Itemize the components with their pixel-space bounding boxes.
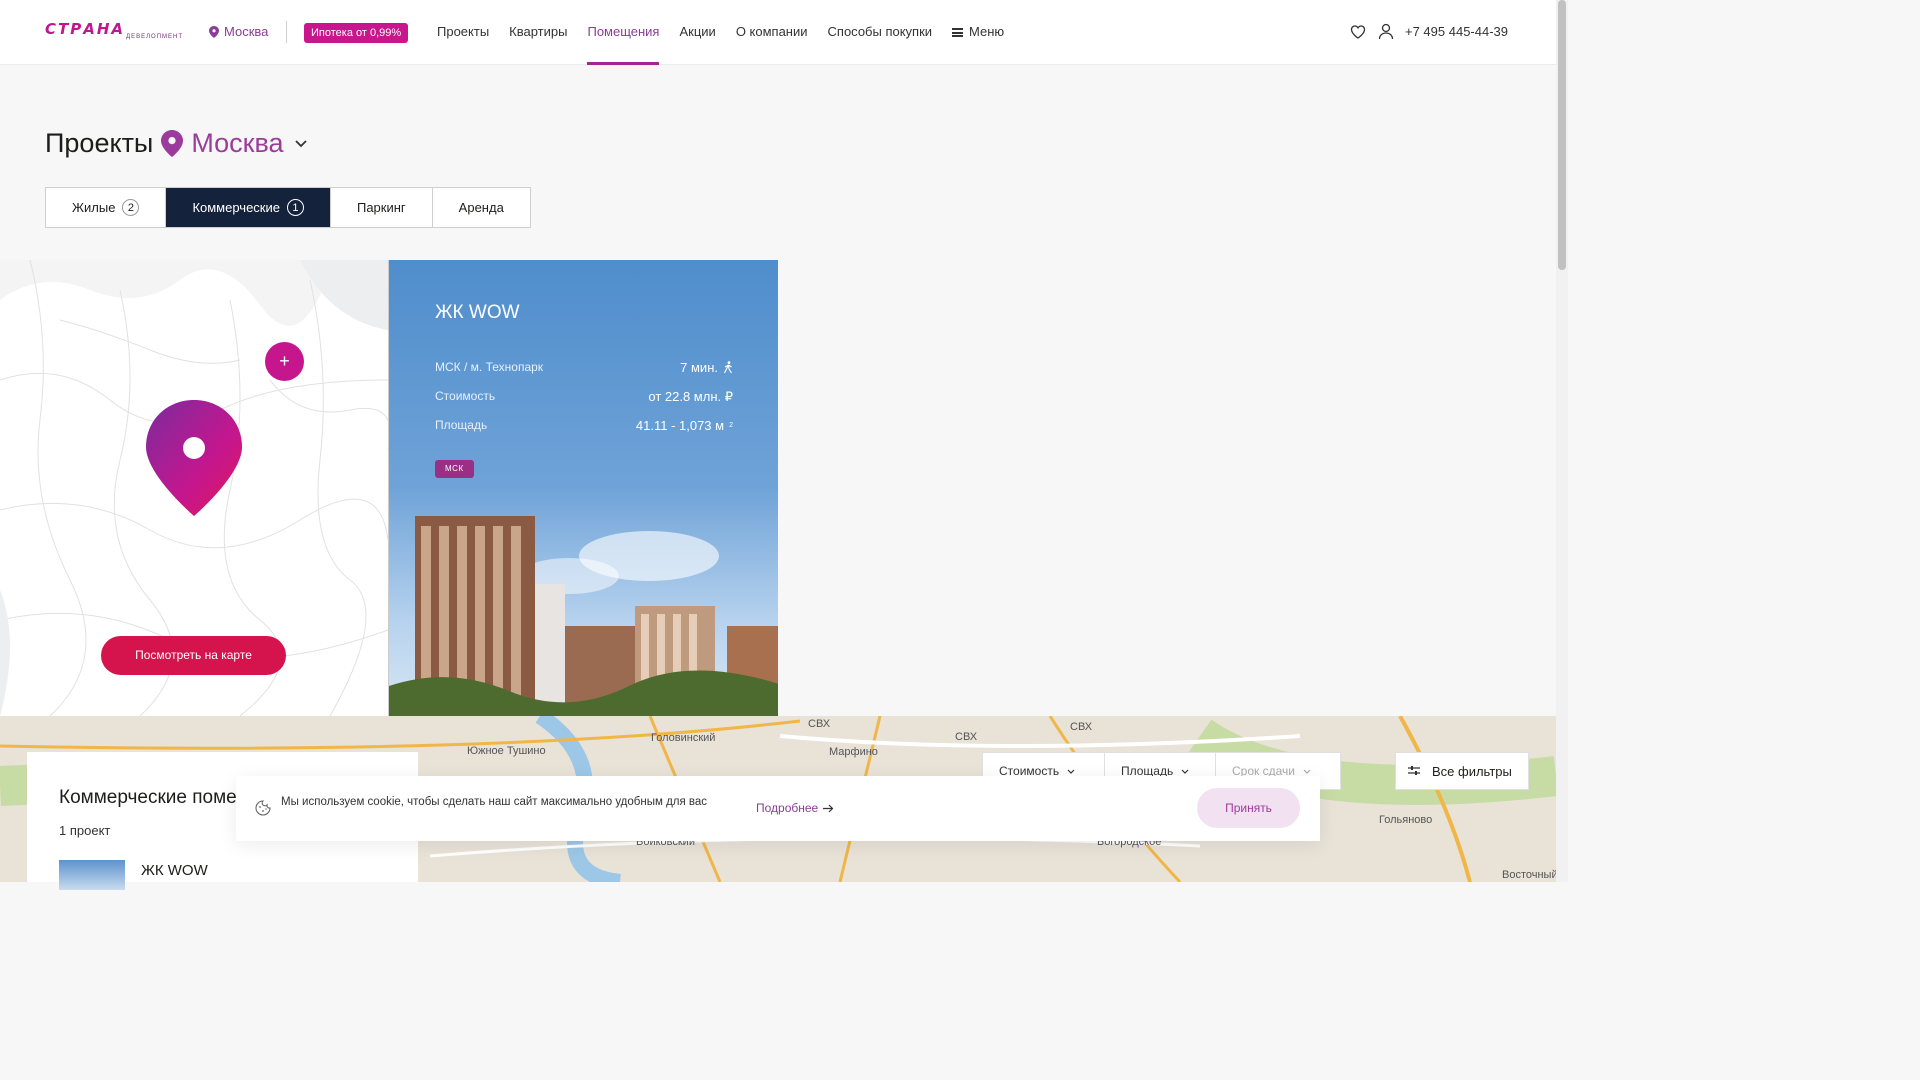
title-city-selector[interactable]: Москва [191,128,283,159]
price-value: от 22.8 млн. ₽ [648,389,733,404]
region-tag: МСК [435,460,474,478]
logo-text: СТРАНА [45,20,126,38]
header-divider [286,21,287,43]
user-icon[interactable] [1378,23,1394,40]
project-area-row: Площадь 41.11 - 1,073 м 2 [435,418,733,433]
tab-commercial[interactable]: Коммерческие 1 [166,188,331,227]
nav-item-promotions[interactable]: Акции [679,0,715,65]
metro-label: МСК / м. Технопарк [435,360,544,374]
tab-parking[interactable]: Паркинг [331,188,433,227]
project-card[interactable]: ЖК WOW МСК / м. Технопарк 7 мин. Стоимос… [388,260,778,716]
nav-item-premises[interactable]: Помещения [587,0,660,65]
nav-item-apartments[interactable]: Квартиры [509,0,567,65]
map-label: СВХ [808,718,831,730]
nav-item-payment-methods[interactable]: Способы покупки [828,0,933,65]
tab-label: Аренда [458,200,504,215]
nav-item-projects[interactable]: Проекты [437,0,489,65]
location-pin-icon [209,25,219,38]
cookie-banner: Мы используем cookie, чтобы сделать наш … [236,776,1320,841]
all-filters-label: Все фильтры [1432,763,1512,779]
mortgage-promo-button[interactable]: Ипотека от 0,99% [304,23,409,43]
tab-label: Коммерческие [192,200,280,215]
arrow-right-icon [823,804,834,812]
page-title-text: Проекты [45,128,154,158]
city-selector[interactable]: Москва [209,24,268,39]
phone-number-link[interactable]: +7 495 445-44-39 [1405,24,1508,39]
filter-sliders-icon [1408,766,1420,775]
project-thumbnail[interactable] [59,860,125,890]
chevron-down-icon [1067,769,1075,774]
map-label: Южное Тушино [467,745,546,757]
heart-icon[interactable] [1350,24,1366,40]
location-pin-icon [161,130,184,157]
list-title: Коммерческие помещения [59,787,242,808]
list-item-project-name[interactable]: ЖК WOW [141,862,208,879]
project-metro-row: МСК / м. Технопарк 7 мин. [435,360,733,375]
tab-label: Паркинг [356,200,406,215]
menu-label: Меню [969,24,1005,39]
map-label: СВХ [955,731,978,743]
logo-subtitle: ДЕВЕЛОПМЕНТ [126,34,183,40]
tab-label: Жилые [72,200,116,215]
count-badge: 2 [122,199,140,216]
zoom-in-button[interactable]: + [265,342,304,381]
list-count: 1 проект [59,823,111,838]
project-title: ЖК WOW [435,302,520,323]
nav-item-about[interactable]: О компании [736,0,808,65]
tab-residential[interactable]: Жилые 2 [46,188,167,227]
scrollbar[interactable] [1556,0,1568,882]
project-price-row: Стоимость от 22.8 млн. ₽ [435,389,733,405]
nav-item-menu[interactable]: Меню [952,0,1004,65]
area-unit-sup: 2 [729,422,733,429]
all-filters-button[interactable]: Все фильтры [1395,752,1529,790]
chevron-down-icon[interactable] [294,139,308,149]
map-label: Восточный [1502,869,1556,881]
scrollbar-thumb[interactable] [1558,0,1566,270]
map-label: Гольяново [1379,814,1433,826]
logo[interactable]: СТРАНА ДЕВЕЛОПМЕНТ [45,22,185,44]
menu-icon [952,28,964,37]
price-label: Стоимость [435,389,496,403]
map-label: Марфино [829,746,878,758]
page-title: Проекты Москва [45,128,308,159]
walking-icon [724,361,732,374]
chevron-down-icon [1303,769,1311,774]
site-header: СТРАНА ДЕВЕЛОПМЕНТ Москва Ипотека от 0,9… [0,0,1556,65]
chevron-down-icon [1181,769,1189,774]
accept-cookies-button[interactable]: Принять [1197,788,1300,828]
cookie-text: Мы используем cookie, чтобы сделать наш … [281,796,708,808]
main-nav: Проекты Квартиры Помещения Акции О компа… [437,0,1004,65]
city-label: Москва [224,24,269,39]
tab-rent[interactable]: Аренда [433,188,530,227]
cookie-more-link[interactable]: Подробнее [756,801,834,815]
area-value: 41.11 - 1,073 м [635,418,725,433]
map-marker-icon[interactable] [145,400,243,516]
project-type-tabs: Жилые 2 Коммерческие 1 Паркинг Аренда [45,187,531,228]
count-badge: 1 [286,199,304,216]
regions-map[interactable]: + Посмотреть на карте [0,260,388,716]
more-label: Подробнее [756,801,819,815]
project-rendering [389,516,778,716]
map-label: Головинский [651,732,716,744]
cookie-icon [255,800,271,816]
view-on-map-button[interactable]: Посмотреть на карте [101,636,286,675]
metro-time: 7 мин. [680,360,718,375]
map-label: СВХ [1070,721,1093,733]
area-label: Площадь [435,418,488,432]
